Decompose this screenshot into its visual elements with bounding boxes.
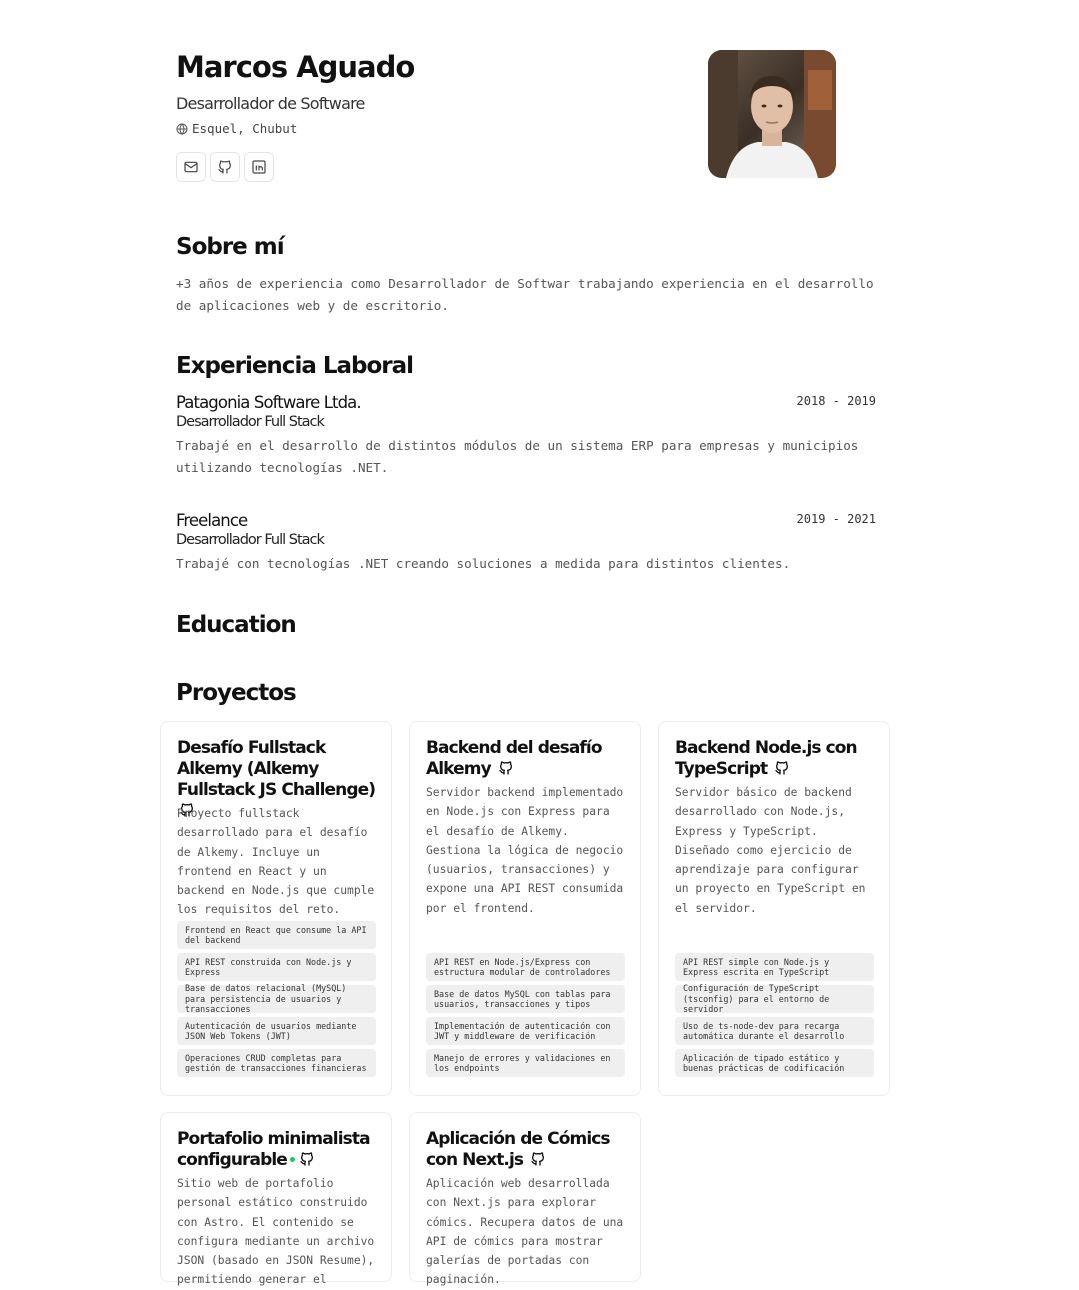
- experience-heading: Experiencia Laboral: [176, 353, 414, 379]
- highlight-tag: Autenticación de usuarios mediante JSON …: [177, 1017, 376, 1045]
- project-card: Portafolio minimalista configurable Siti…: [160, 1112, 392, 1286]
- project-description: Servidor básico de backend desarrollado …: [675, 786, 866, 915]
- profile-name: Marcos Aguado: [176, 50, 415, 84]
- profile-location: Esquel, Chubut: [176, 121, 297, 136]
- project-card: Desafío Fullstack Alkemy (Alkemy Fullsta…: [160, 721, 392, 1096]
- highlight-tag: Manejo de errores y validaciones en los …: [426, 1049, 625, 1077]
- project-card: Backend Node.js con TypeScript Servidor …: [658, 721, 890, 1096]
- linkedin-icon: [252, 160, 266, 174]
- github-icon[interactable]: [498, 760, 514, 776]
- highlight-tag: Operaciones CRUD completas para gestión …: [177, 1049, 376, 1077]
- highlight-tag: Aplicación de tipado estático y buenas p…: [675, 1049, 874, 1077]
- job-company: Patagonia Software Ltda.: [176, 393, 362, 412]
- project-description: Aplicación web desarrollada con Next.js …: [426, 1177, 624, 1287]
- project-description: Sitio web de portafolio personal estátic…: [177, 1177, 375, 1287]
- github-icon: [218, 160, 231, 174]
- globe-icon: [176, 123, 188, 135]
- job-dates: 2019 - 2021: [796, 512, 876, 526]
- linkedin-link-button[interactable]: [244, 152, 274, 182]
- project-title[interactable]: Portafolio minimalista configurable: [177, 1129, 382, 1171]
- highlight-tag: Uso de ts-node-dev para recarga automáti…: [675, 1017, 874, 1045]
- project-title[interactable]: Aplicación de Cómics con Next.js: [426, 1129, 631, 1171]
- github-icon[interactable]: [774, 760, 790, 776]
- email-link-button[interactable]: [176, 152, 206, 182]
- highlight-tag: Base de datos MySQL con tablas para usua…: [426, 985, 625, 1013]
- profile-photo: [708, 50, 836, 178]
- job-position: Desarrollador Full Stack: [176, 532, 325, 548]
- social-links: [176, 152, 274, 182]
- github-icon[interactable]: [530, 1151, 546, 1167]
- github-link-button[interactable]: [210, 152, 240, 182]
- location-text: Esquel, Chubut: [192, 121, 298, 136]
- project-description: Servidor backend implementado en Node.js…: [426, 786, 624, 915]
- project-card: Backend del desafío Alkemy Servidor back…: [409, 721, 641, 1096]
- active-status-dot: [289, 1157, 295, 1162]
- project-highlights: API REST en Node.js/Express con estructu…: [426, 953, 625, 1077]
- about-heading: Sobre mí: [176, 234, 285, 260]
- highlight-tag: API REST construida con Node.js y Expres…: [177, 953, 376, 981]
- job-summary: Trabajé con tecnologías .NET creando sol…: [176, 556, 791, 571]
- job-company: Freelance: [176, 511, 248, 530]
- project-card: Aplicación de Cómics con Next.js Aplicac…: [409, 1112, 641, 1286]
- job-summary: Trabajé en el desarrollo de distintos mó…: [176, 438, 859, 475]
- project-description: Proyecto fullstack desarrollado para el …: [177, 807, 375, 917]
- project-title[interactable]: Backend Node.js con TypeScript: [675, 738, 880, 780]
- project-highlights: API REST simple con Node.js y Express es…: [675, 953, 874, 1077]
- about-text: +3 años de experiencia como Desarrollado…: [176, 276, 874, 313]
- highlight-tag: Implementación de autenticación con JWT …: [426, 1017, 625, 1045]
- profile-role: Desarrollador de Software: [176, 94, 365, 113]
- job-position: Desarrollador Full Stack: [176, 414, 325, 430]
- github-icon[interactable]: [299, 1151, 315, 1167]
- highlight-tag: Base de datos relacional (MySQL) para pe…: [177, 983, 376, 1014]
- highlight-tag: API REST en Node.js/Express con estructu…: [426, 953, 625, 981]
- education-heading: Education: [176, 612, 297, 638]
- project-highlights: Frontend en React que consume la API del…: [177, 921, 376, 1077]
- highlight-tag: Configuración de TypeScript (tsconfig) p…: [675, 983, 874, 1014]
- job-dates: 2018 - 2019: [796, 394, 876, 408]
- project-title[interactable]: Backend del desafío Alkemy: [426, 738, 631, 780]
- mail-icon: [184, 161, 198, 173]
- highlight-tag: API REST simple con Node.js y Express es…: [675, 953, 874, 981]
- projects-heading: Proyectos: [176, 680, 297, 706]
- highlight-tag: Frontend en React que consume la API del…: [177, 921, 376, 949]
